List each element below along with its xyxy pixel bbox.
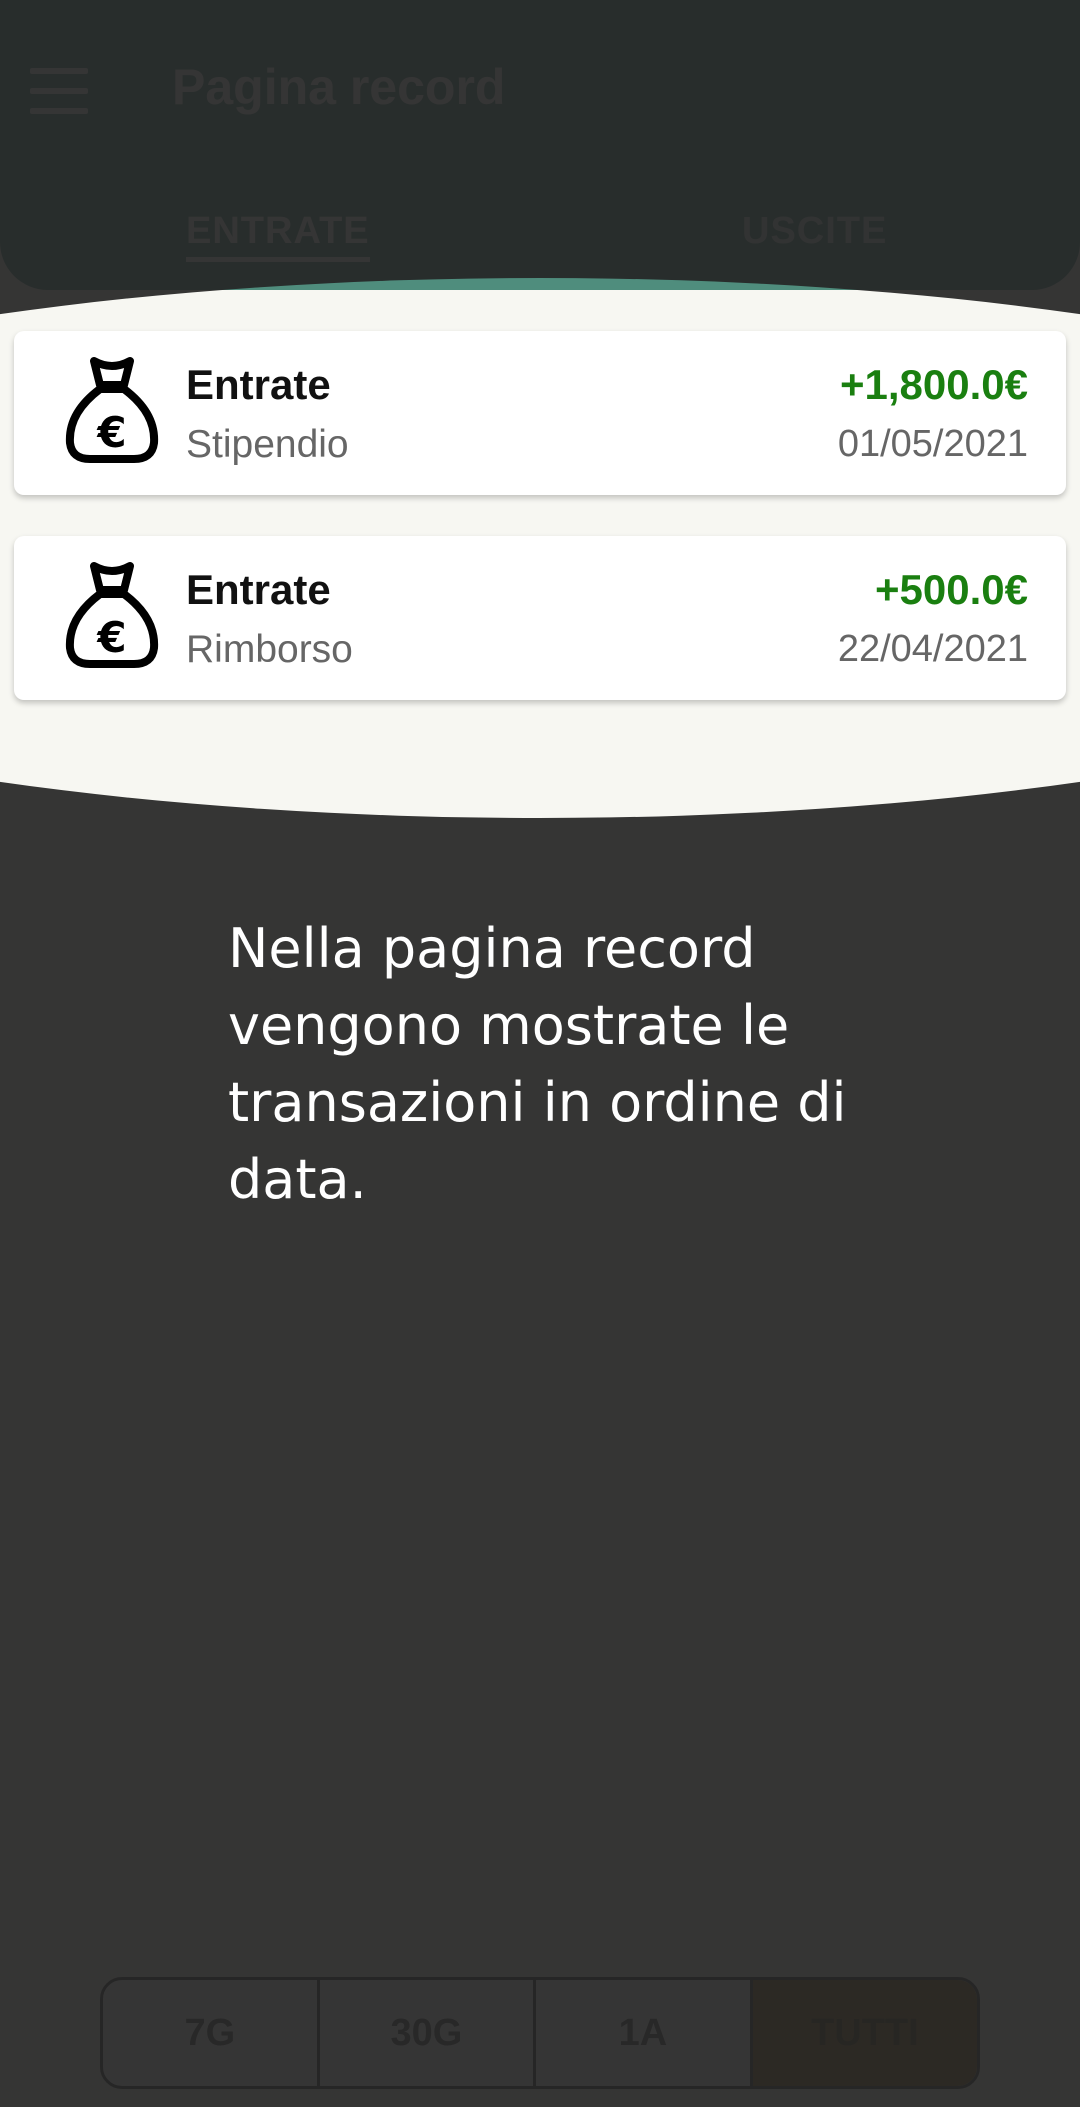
filter-30g-button[interactable]: 30G: [320, 1980, 537, 2086]
tab-uscite[interactable]: USCITE: [742, 210, 887, 253]
filter-tutti-button[interactable]: TUTTI: [752, 1980, 977, 2086]
transaction-category: Entrate: [186, 566, 331, 613]
svg-text:€: €: [96, 408, 126, 457]
tab-entrate[interactable]: ENTRATE: [186, 210, 370, 262]
transaction-date: 22/04/2021: [837, 628, 1028, 670]
transaction-item[interactable]: € Entrate Stipendio +1,800.0€ 01/05/2021: [14, 331, 1066, 495]
transaction-category: Entrate: [186, 361, 331, 408]
filter-7g-button[interactable]: 7G: [103, 1980, 320, 2086]
euro-money-bag-icon: €: [65, 562, 159, 668]
transaction-note: Rimborso: [186, 628, 353, 671]
period-filter-bar: 7G 30G 1A TUTTI: [100, 1977, 980, 2089]
hamburger-menu-icon[interactable]: [30, 68, 88, 114]
page-title: Pagina record: [172, 59, 506, 115]
euro-money-bag-icon: €: [65, 357, 159, 463]
transaction-item[interactable]: € Entrate Rimborso +500.0€ 22/04/2021: [14, 536, 1066, 700]
transaction-date: 01/05/2021: [837, 423, 1028, 465]
transaction-amount: +1,800.0€: [839, 361, 1028, 408]
transaction-amount: +500.0€: [875, 566, 1028, 613]
tutorial-description: Nella pagina record vengono mostrate le …: [228, 917, 847, 1211]
filter-1a-button[interactable]: 1A: [536, 1980, 753, 2086]
app-bar: Pagina record ENTRATE USCITE: [0, 0, 1080, 290]
svg-text:€: €: [96, 613, 126, 662]
transaction-note: Stipendio: [186, 423, 349, 466]
